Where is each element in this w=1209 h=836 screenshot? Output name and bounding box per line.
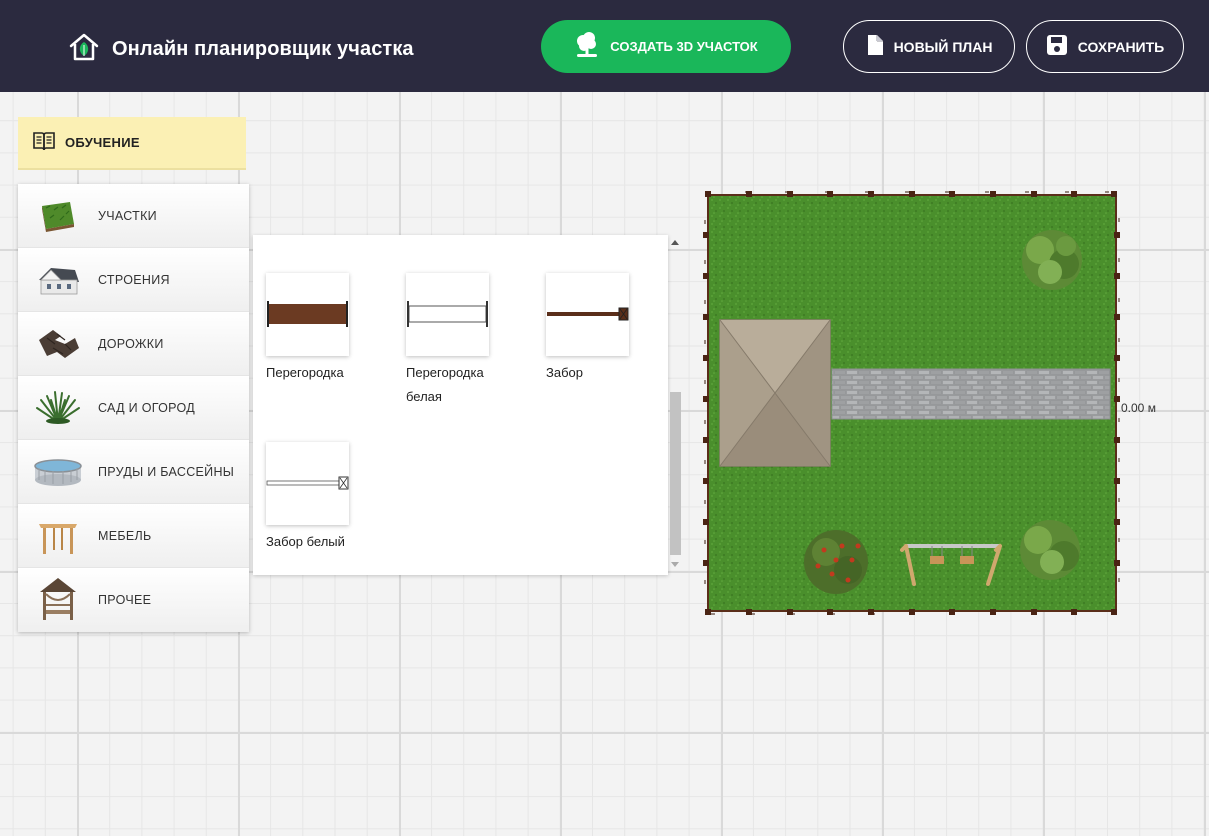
tree-icon [574, 31, 600, 62]
fence-brown-icon [546, 273, 629, 356]
pool-icon [18, 440, 98, 504]
tutorial-button[interactable]: ОБУЧЕНИЕ [18, 117, 246, 170]
grass-plot-icon [18, 184, 98, 248]
tutorial-label: ОБУЧЕНИЕ [65, 135, 140, 150]
create-3d-label: СОЗДАТЬ 3D УЧАСТОК [610, 39, 758, 54]
shrub-top-right[interactable] [1022, 230, 1082, 290]
open-book-icon [33, 131, 55, 154]
sidebar-item-paths[interactable]: ДОРОЖКИ [18, 312, 249, 376]
partition-white-icon [406, 273, 489, 356]
scroll-up-icon[interactable] [671, 240, 679, 245]
sidebar-item-label: ПРУДЫ И БАССЕЙНЫ [98, 464, 235, 479]
sidebar-item-plots[interactable]: УЧАСТКИ [18, 184, 249, 248]
new-file-icon [866, 34, 884, 59]
floppy-disk-icon [1046, 34, 1068, 59]
catalog-item-label: Перегородка белая [406, 365, 484, 404]
save-button[interactable]: СОХРАНИТЬ [1026, 20, 1184, 73]
rose-bush[interactable] [804, 530, 868, 594]
catalog-item-partition[interactable]: Перегородка [266, 273, 386, 385]
catalog-item-label: Забор [546, 365, 583, 380]
catalog-scrollbar[interactable] [668, 235, 682, 575]
create-3d-button[interactable]: СОЗДАТЬ 3D УЧАСТОК [541, 20, 791, 73]
sidebar-item-label: МЕБЕЛЬ [98, 528, 152, 543]
fence-white-icon [266, 442, 349, 525]
new-plan-label: НОВЫЙ ПЛАН [893, 38, 993, 55]
sidebar-item-label: ПРОЧЕЕ [98, 593, 152, 607]
sidebar-item-other[interactable]: ПРОЧЕЕ [18, 568, 249, 632]
dimension-label: 0.00 м [1121, 401, 1156, 415]
home-leaf-icon [68, 32, 100, 67]
new-plan-button[interactable]: НОВЫЙ ПЛАН [843, 20, 1015, 73]
catalog-item-partition-white[interactable]: Перегородка белая [406, 273, 526, 409]
plant-icon [18, 376, 98, 440]
catalog-item-label: Перегородка [266, 365, 344, 380]
sidebar-item-label: САД И ОГОРОД [98, 400, 195, 415]
sidebar-item-ponds-pools[interactable]: ПРУДЫ И БАССЕЙНЫ [18, 440, 249, 504]
paving-tiles-icon [18, 312, 98, 376]
house-icon [18, 248, 98, 312]
sidebar-item-buildings[interactable]: СТРОЕНИЯ [18, 248, 249, 312]
sidebar-item-label: УЧАСТКИ [98, 208, 157, 223]
catalog-item-fence-white[interactable]: Забор белый [266, 442, 386, 554]
sidebar-item-furniture[interactable]: МЕБЕЛЬ [18, 504, 249, 568]
scroll-down-icon[interactable] [671, 562, 679, 567]
table-icon [18, 504, 98, 568]
catalog-panel: Перегородка Перегородка белая Забор Забо… [253, 235, 668, 575]
shrub-bottom-right[interactable] [1020, 520, 1080, 580]
gazebo-icon [18, 568, 98, 632]
catalog-item-label: Забор белый [266, 534, 345, 549]
sidebar-item-label: ДОРОЖКИ [98, 336, 164, 351]
app-title: Онлайн планировщик участка [112, 38, 414, 60]
sidebar-item-garden[interactable]: САД И ОГОРОД [18, 376, 249, 440]
top-bar: Онлайн планировщик участка СОЗДАТЬ 3D УЧ… [0, 0, 1209, 92]
house-roof[interactable] [719, 319, 831, 467]
category-menu: УЧАСТКИ СТРОЕНИЯ ДОРОЖКИ САД И ОГОРОД ПР… [18, 184, 249, 632]
catalog-item-fence[interactable]: Забор [546, 273, 666, 385]
sidebar-item-label: СТРОЕНИЯ [98, 272, 170, 287]
stone-path[interactable] [831, 368, 1111, 420]
partition-brown-icon [266, 273, 349, 356]
scroll-thumb[interactable] [670, 392, 681, 555]
save-label: СОХРАНИТЬ [1077, 38, 1165, 55]
plot-plan[interactable] [702, 190, 1122, 615]
brand[interactable]: Онлайн планировщик участка [68, 32, 414, 67]
